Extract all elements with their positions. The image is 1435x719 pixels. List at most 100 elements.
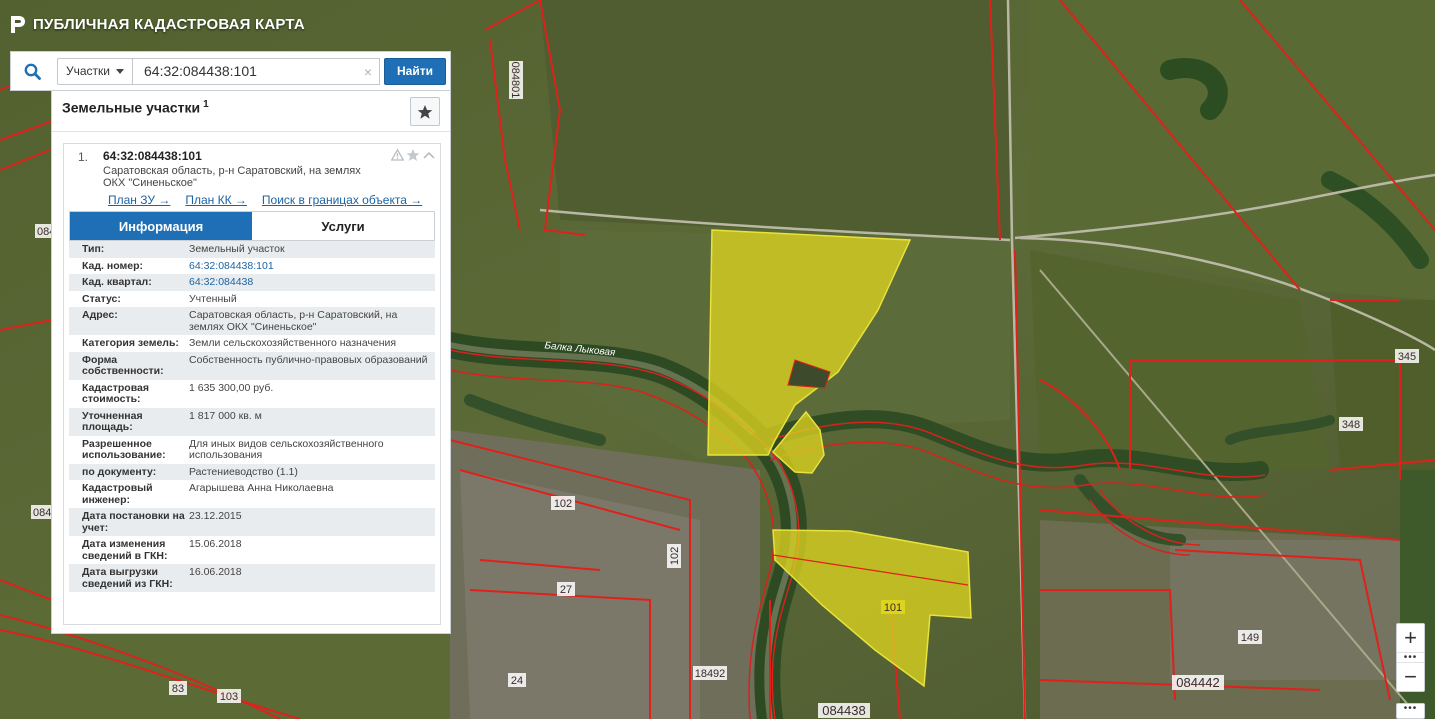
info-label: по документу:: [69, 463, 189, 480]
svg-text:084438: 084438: [822, 703, 865, 718]
label-24: 24: [508, 673, 526, 687]
label-102: 102: [551, 496, 575, 510]
search-bar: Участки × Найти: [10, 51, 451, 91]
info-label: Адрес:: [69, 307, 189, 335]
label-345: 345: [1395, 349, 1419, 363]
info-value: 1 635 300,00 руб.: [189, 379, 435, 408]
svg-text:084: 084: [33, 507, 51, 519]
app-title: ПУБЛИЧНАЯ КАДАСТРОВАЯ КАРТА: [33, 15, 305, 33]
info-row-registration-date: Дата постановки на учет: 23.12.2015: [69, 508, 435, 536]
more-tools-button[interactable]: •••: [1396, 703, 1425, 719]
label-101: 101: [881, 600, 905, 614]
result-card[interactable]: 1. 64:32:084438:101 Саратовская область,…: [63, 143, 441, 625]
info-label: Форма собственности:: [69, 351, 189, 380]
info-value: Саратовская область, р-н Саратовский, на…: [189, 307, 435, 335]
result-number: 1.: [78, 150, 89, 164]
clear-icon[interactable]: ×: [364, 63, 372, 81]
star-icon[interactable]: [406, 148, 420, 162]
search-type-select[interactable]: Участки: [57, 57, 133, 85]
tab-information[interactable]: Информация: [70, 212, 252, 240]
results-title-text: Земельные участки: [62, 99, 201, 116]
info-label: Кад. квартал:: [69, 274, 189, 291]
card-links: План ЗУ → План КК → Поиск в границах объ…: [108, 193, 422, 207]
svg-text:103: 103: [220, 691, 238, 703]
info-label: Дата изменения сведений в ГКН:: [69, 536, 189, 564]
info-value-link[interactable]: 64:32:084438:101: [189, 257, 435, 274]
search-in-bounds-link[interactable]: Поиск в границах объекта →: [262, 193, 422, 207]
tab-services[interactable]: Услуги: [252, 212, 434, 240]
label-102b: 102: [667, 544, 681, 568]
svg-text:101: 101: [884, 602, 902, 614]
info-label: Тип:: [69, 241, 189, 258]
results-panel: Земельные участки 1 1. 64:32:084438:101 С…: [51, 91, 451, 634]
info-row-by-document: по документу: Растениеводство (1.1): [69, 463, 435, 480]
label-084442: 084442: [1172, 675, 1224, 690]
chevron-up-icon[interactable]: [422, 148, 436, 162]
label-084438: 084438: [818, 703, 870, 718]
zoom-controls: + ••• −: [1396, 623, 1425, 692]
info-row-cad-quarter: Кад. квартал: 64:32:084438: [69, 274, 435, 291]
info-row-ownership: Форма собственности: Собственность публич…: [69, 351, 435, 380]
warning-icon[interactable]: [390, 148, 404, 162]
info-value: Земельный участок: [189, 241, 435, 258]
label-18492: 18492: [693, 666, 727, 680]
info-label: Кад. номер:: [69, 257, 189, 274]
svg-text:27: 27: [560, 584, 572, 596]
svg-text:084801: 084801: [509, 62, 521, 99]
info-label: Дата постановки на учет:: [69, 508, 189, 536]
results-count: 1: [203, 99, 209, 110]
info-label: Уточненная площадь:: [69, 407, 189, 436]
plan-kk-link[interactable]: План КК →: [185, 193, 247, 207]
app-header: ПУБЛИЧНАЯ КАДАСТРОВАЯ КАРТА: [10, 14, 305, 34]
search-icon-button[interactable]: [11, 52, 53, 90]
zoom-level-dots[interactable]: •••: [1397, 652, 1424, 663]
svg-text:345: 345: [1398, 351, 1416, 363]
info-row-status: Статус: Учтенный: [69, 290, 435, 307]
pkk-logo-icon: [11, 16, 25, 33]
info-row-cost: Кадастровая стоимость: 1 635 300,00 руб.: [69, 379, 435, 408]
svg-text:149: 149: [1241, 632, 1259, 644]
svg-text:18492: 18492: [695, 668, 726, 680]
result-cadastral-number[interactable]: 64:32:084438:101: [103, 149, 202, 163]
result-tabs: Информация Услуги: [69, 211, 435, 241]
info-value-link[interactable]: 64:32:084438: [189, 274, 435, 291]
info-value: 15.06.2018: [189, 536, 435, 564]
info-value: Собственность публично-правовых образова…: [189, 351, 435, 380]
info-label: Кадастровая стоимость:: [69, 379, 189, 408]
info-value: 16.06.2018: [189, 564, 435, 592]
plan-zu-link[interactable]: План ЗУ →: [108, 193, 170, 207]
info-row-change-date: Дата изменения сведений в ГКН: 15.06.2018: [69, 536, 435, 564]
info-table: Тип: Земельный участок Кад. номер: 64:32:0…: [69, 241, 435, 592]
svg-text:348: 348: [1342, 419, 1360, 431]
label-103: 103: [217, 689, 241, 703]
search-icon: [24, 63, 41, 80]
svg-text:084442: 084442: [1176, 675, 1219, 690]
info-row-engineer: Кадастровый инженер: Агарышева Анна Никол…: [69, 480, 435, 508]
label-149: 149: [1238, 630, 1262, 644]
info-row-type: Тип: Земельный участок: [69, 241, 435, 258]
info-row-address: Адрес: Саратовская область, р-н Саратовск…: [69, 307, 435, 335]
info-value: 23.12.2015: [189, 508, 435, 536]
chevron-down-icon: [116, 68, 124, 74]
info-row-cad-number: Кад. номер: 64:32:084438:101: [69, 257, 435, 274]
info-row-land-category: Категория земель: Земли сельскохозяйствен…: [69, 335, 435, 352]
info-value: Учтенный: [189, 290, 435, 307]
info-label: Статус:: [69, 290, 189, 307]
label-084801: 084801: [509, 61, 523, 99]
info-label: Разрешенное использование:: [69, 435, 189, 464]
zoom-in-button[interactable]: +: [1397, 624, 1424, 652]
info-label: Категория земель:: [69, 335, 189, 352]
search-input-wrapper: ×: [132, 57, 380, 85]
info-value: Для иных видов сельскохозяйственного исп…: [189, 435, 435, 464]
label-084-left2: 084: [31, 505, 53, 519]
search-input[interactable]: [133, 58, 379, 84]
find-button[interactable]: Найти: [384, 57, 446, 85]
results-divider: [52, 131, 450, 132]
result-address: Саратовская область, р-н Саратовский, на…: [103, 165, 361, 189]
favorites-button[interactable]: [410, 97, 440, 126]
info-value: Агарышева Анна Николаевна: [189, 480, 435, 508]
label-348: 348: [1339, 417, 1363, 431]
svg-text:102: 102: [554, 498, 572, 510]
info-value: 1 817 000 кв. м: [189, 407, 435, 436]
zoom-out-button[interactable]: −: [1397, 663, 1424, 691]
